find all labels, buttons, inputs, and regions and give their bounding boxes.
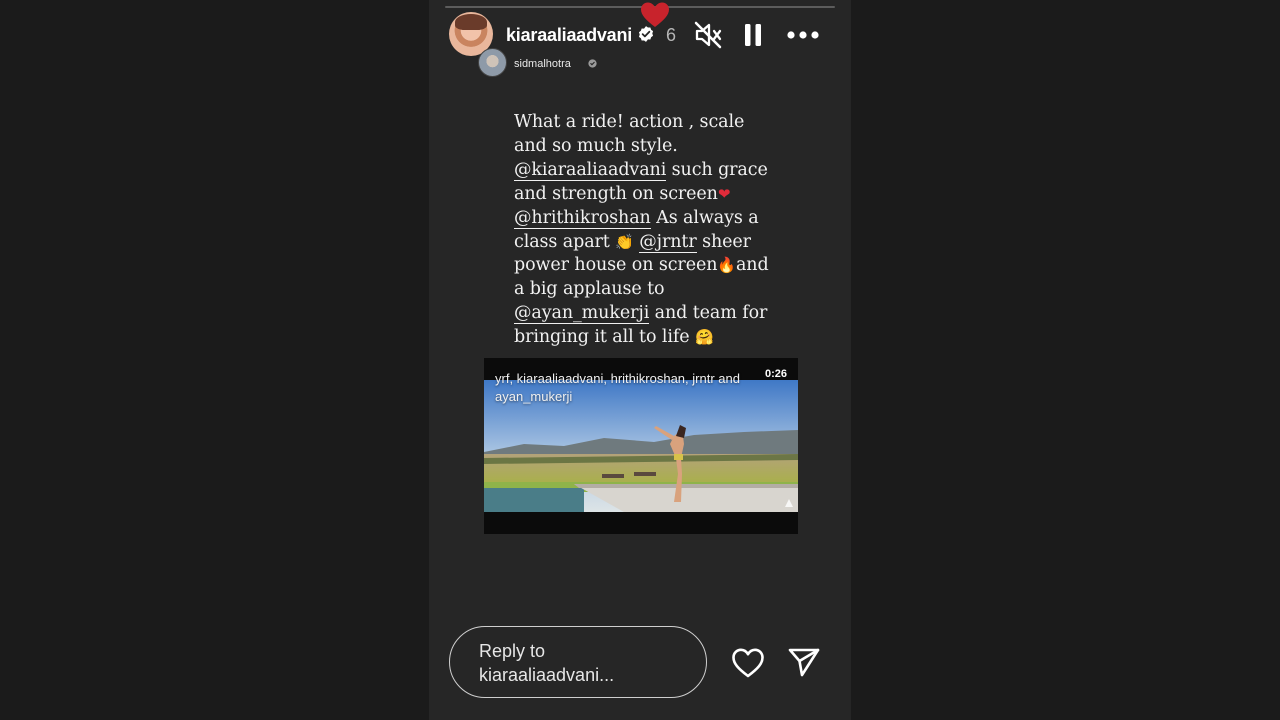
caption-mention-link[interactable]: @kiaraaliaadvani xyxy=(514,159,666,181)
reply-placeholder: Reply to kiaraaliaadvani... xyxy=(479,641,615,685)
caption-line: What a ride! action , scale xyxy=(514,111,789,135)
story-caption: What a ride! action , scale and so much s… xyxy=(514,111,789,350)
caption-line: and strength on screen❤ xyxy=(514,183,789,207)
caption-text: and strength on screen xyxy=(514,183,718,204)
caption-text: and so much style. xyxy=(514,135,678,156)
caption-emoji: ❤ xyxy=(717,184,731,203)
caption-text: As always a xyxy=(650,207,759,228)
caption-line: @ayan_mukerji and team for xyxy=(514,302,789,326)
caption-mention-link[interactable]: @hrithikroshan xyxy=(514,207,651,229)
caption-emoji: 🔥 xyxy=(717,256,736,275)
caption-text: What a ride! action , scale xyxy=(514,112,745,132)
reshared-author-username[interactable]: sidmalhotra xyxy=(514,57,571,71)
caption-mention-link[interactable]: @ayan_mukerji xyxy=(514,303,649,325)
send-icon[interactable] xyxy=(787,646,821,678)
author-username[interactable]: kiaraaliaadvani xyxy=(506,23,632,47)
verified-badge-icon xyxy=(588,59,597,68)
caption-emoji: 🤗 xyxy=(694,328,714,347)
caption-text: and xyxy=(735,255,769,276)
caption-line: @hrithikroshan As always a xyxy=(514,207,789,231)
reel-caption: yrf, kiaraaliaadvani, hrithikroshan, jrn… xyxy=(495,371,740,404)
reply-input[interactable]: Reply to kiaraaliaadvani... xyxy=(449,626,707,698)
caption-text: bringing it all to life xyxy=(514,327,695,348)
caption-text: sheer xyxy=(696,231,751,252)
yrf-logo-icon xyxy=(785,499,793,507)
caption-line: @kiaraaliaadvani such grace xyxy=(514,159,789,183)
caption-emoji: 👏 xyxy=(615,232,634,251)
shared-reel-card[interactable]: yrf, kiaraaliaadvani, hrithikroshan, jrn… xyxy=(484,358,798,534)
heart-reaction-icon xyxy=(641,2,669,27)
more-horizontal-icon[interactable] xyxy=(786,22,820,48)
reshared-author-avatar[interactable] xyxy=(478,48,507,77)
caption-text: such grace xyxy=(666,159,768,180)
caption-mention-link[interactable]: @jrntr xyxy=(639,231,697,253)
caption-line: and so much style. xyxy=(514,135,789,159)
caption-text: power house on screen xyxy=(514,255,718,276)
caption-line: a big applause to xyxy=(514,278,789,302)
caption-text: class apart xyxy=(514,231,616,252)
pause-icon[interactable] xyxy=(740,21,766,49)
heart-outline-icon[interactable] xyxy=(731,647,765,679)
caption-line: class apart 👏 @jrntr sheer xyxy=(514,231,789,255)
reel-duration: 0:26 xyxy=(764,368,787,380)
speaker-muted-icon[interactable] xyxy=(693,20,723,50)
caption-line: bringing it all to life 🤗 xyxy=(514,326,789,350)
caption-line: power house on screen🔥and xyxy=(514,254,789,278)
caption-text: and team for xyxy=(649,303,768,324)
caption-text: a big applause to xyxy=(514,279,665,300)
